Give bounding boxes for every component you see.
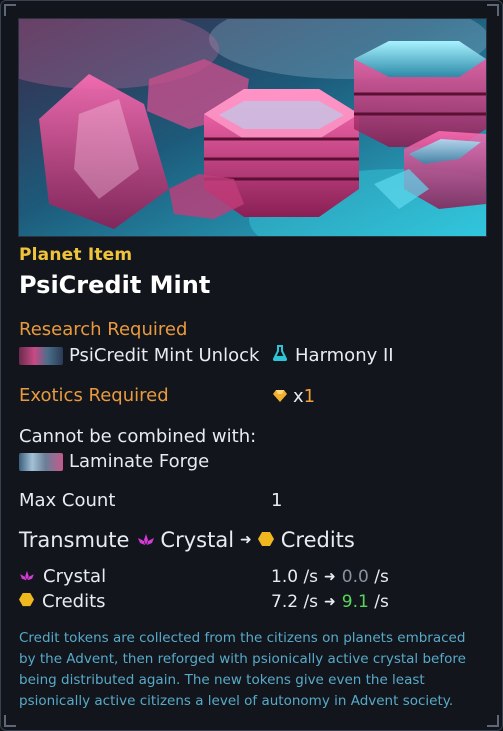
item-tooltip-panel: Planet Item PsiCredit Mint Research Requ… bbox=[0, 0, 503, 731]
item-title: PsiCredit Mint bbox=[19, 271, 211, 299]
exotics-heading: Exotics Required bbox=[19, 385, 169, 406]
combine-item-name: Laminate Forge bbox=[69, 451, 210, 472]
rate-result-unit: /s bbox=[374, 592, 389, 612]
psicredit-coins-illustration bbox=[19, 19, 486, 236]
flask-icon bbox=[272, 345, 288, 366]
rate-values-credits: 7.2 /s ➜ 9.1 /s bbox=[271, 592, 389, 612]
crystal-icon bbox=[137, 528, 155, 552]
max-count-label: Max Count bbox=[19, 490, 116, 511]
max-count-value: 1 bbox=[271, 490, 283, 511]
tech-thumbnail-icon bbox=[19, 346, 63, 365]
transmute-line: Transmute Crystal ➜ Credits bbox=[19, 528, 355, 552]
arrow-right-icon: ➜ bbox=[240, 532, 252, 548]
research-field-name: Harmony II bbox=[295, 345, 394, 366]
combine-heading: Cannot be combined with: bbox=[19, 426, 257, 447]
frame-corner bbox=[487, 715, 499, 727]
rate-resource-name: Crystal bbox=[43, 566, 107, 587]
rate-result-unit: /s bbox=[374, 567, 389, 587]
crystal-icon bbox=[19, 566, 35, 587]
rate-row-crystal: Crystal bbox=[19, 566, 106, 587]
arrow-right-icon: ➜ bbox=[324, 594, 336, 610]
rate-values-crystal: 1.0 /s ➜ 0.0 /s bbox=[271, 567, 389, 587]
arrow-right-icon: ➜ bbox=[324, 569, 336, 585]
exotics-amount: 1 bbox=[303, 386, 316, 407]
transmute-to: Credits bbox=[280, 528, 355, 552]
credits-icon bbox=[257, 528, 274, 552]
rate-unit: /s bbox=[303, 567, 319, 587]
rate-unit: /s bbox=[303, 592, 319, 612]
item-description: Credit tokens are collected from the cit… bbox=[19, 630, 466, 709]
research-field[interactable]: Harmony II bbox=[272, 345, 394, 366]
rate-base: 7.2 bbox=[271, 592, 299, 612]
rate-result: 9.1 bbox=[341, 592, 369, 612]
exotics-cost: x1 bbox=[273, 386, 315, 407]
frame-corner bbox=[4, 4, 16, 16]
credits-icon bbox=[19, 591, 34, 612]
research-tech[interactable]: PsiCredit Mint Unlock bbox=[19, 345, 259, 366]
research-heading: Research Required bbox=[19, 319, 188, 340]
transmute-from: Crystal bbox=[160, 528, 235, 552]
gem-icon bbox=[273, 386, 287, 407]
rate-base: 1.0 bbox=[271, 567, 299, 587]
item-artwork bbox=[18, 18, 487, 237]
combine-item[interactable]: Laminate Forge bbox=[19, 451, 209, 472]
frame-corner bbox=[487, 4, 499, 16]
rate-result: 0.0 bbox=[341, 567, 369, 587]
item-category: Planet Item bbox=[19, 245, 133, 265]
frame-corner bbox=[4, 715, 16, 727]
exotics-prefix: x bbox=[293, 386, 304, 407]
research-tech-name: PsiCredit Mint Unlock bbox=[69, 345, 260, 366]
transmute-label: Transmute bbox=[19, 528, 130, 552]
laminate-forge-thumbnail-icon bbox=[19, 452, 63, 471]
rate-resource-name: Credits bbox=[42, 591, 106, 612]
rate-row-credits: Credits bbox=[19, 591, 106, 612]
